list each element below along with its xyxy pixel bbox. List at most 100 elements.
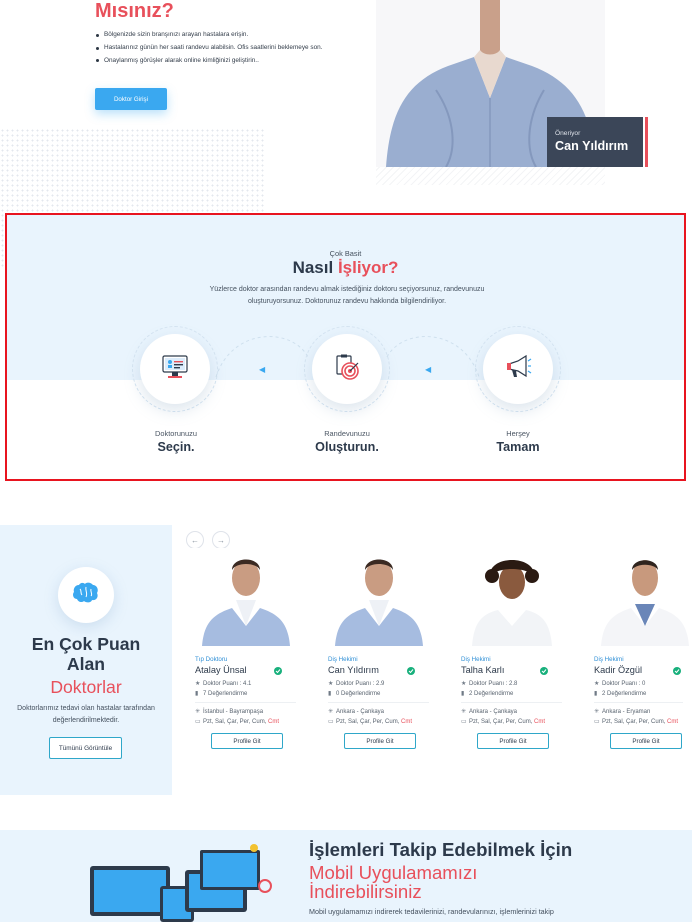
section-title-line2: Alan (66, 654, 106, 674)
how-it-works-section: Çok Basit Nasıl İşliyor? Yüzlerce doktor… (5, 213, 686, 481)
doctor-score: ★ Doktor Puanı : 2.8 (461, 680, 517, 687)
calendar-icon: ▭ (461, 719, 467, 725)
score-text: Doktor Puanı : 4.1 (203, 681, 252, 687)
mobile-app-section: İşlemleri Takip Edebilmek İçin Mobil Uyg… (0, 830, 692, 922)
connector-arc (386, 336, 480, 378)
carousel-next-button[interactable]: → (212, 531, 230, 549)
verified-icon (407, 667, 415, 675)
section-description: Mobil uygulamamızı indirerek tedavilerin… (309, 907, 554, 916)
step-3-title: Tamam (496, 440, 540, 454)
star-icon: ★ (594, 681, 600, 687)
location-icon: ✳ (328, 709, 334, 715)
title-main: Nasıl (292, 258, 338, 277)
doctor-photo (585, 548, 692, 646)
doctor-specialty: Diş Hekimi (461, 656, 491, 663)
section-title-accent: Doktorlar (50, 677, 122, 697)
star-icon: ★ (461, 681, 467, 687)
profile-button[interactable]: Profile Git (211, 733, 283, 749)
doctor-name: Kadir Özgül (594, 665, 643, 675)
step-2-label: Randevunuzu (324, 429, 370, 438)
step-2-title: Oluşturun. (315, 440, 379, 454)
location-icon: ✳ (594, 709, 600, 715)
doctor-card: Diş Hekimi Kadir Özgül ★ Doktor Puanı : 0… (585, 548, 692, 758)
days-accent: Cmt (268, 719, 280, 725)
doctor-photo (452, 548, 571, 646)
doctor-photo (319, 548, 438, 646)
location-icon: ✳ (461, 709, 467, 715)
doctor-score: ★ Doktor Puanı : 0 (594, 680, 645, 687)
days-accent: Cmt (401, 719, 413, 725)
section-accent-line2: İndirebilirsiniz (309, 881, 422, 902)
doctor-invite-section: Mısınız? Bölgenizde sizin branşınızı ara… (0, 0, 692, 268)
score-text: Doktor Puanı : 0 (602, 681, 646, 687)
days-text: Pzt, Sal, Çar, Per, Cum, (602, 719, 668, 725)
brain-badge (58, 567, 114, 623)
verified-icon (673, 667, 681, 675)
doctor-location: ✳ Ankara - Çankaya (461, 708, 517, 715)
days-accent: Cmt (667, 719, 679, 725)
location-icon: ✳ (195, 709, 201, 715)
arrow-right-icon: → (217, 535, 225, 545)
step-1-title: Seçin. (157, 440, 195, 454)
doctor-days: ▭ Pzt, Sal, Çar, Per, Cum, Cmt (461, 718, 545, 725)
title-accent: İşliyor? (337, 258, 399, 277)
location-text: İstanbul - Bayrampaşa (203, 709, 264, 715)
doctor-card: Tıp Doktoru Atalay Ünsal ★ Doktor Puanı :… (186, 548, 305, 758)
review-icon: ▮ (195, 691, 199, 697)
profile-button[interactable]: Profile Git (477, 733, 549, 749)
section-title: Nasıl İşliyor? (7, 258, 684, 278)
top-doctors-intro: En Çok Puan Alan Doktorlar Doktorlarımız… (0, 525, 172, 795)
doctor-score: ★ Doktor Puanı : 4.1 (195, 680, 251, 687)
doctor-location: ✳ İstanbul - Bayrampaşa (195, 708, 263, 715)
step-2-circle (312, 334, 382, 404)
list-item: Bölgenizde sizin branşınızı arayan hasta… (95, 29, 340, 42)
profile-button[interactable]: Profile Git (344, 733, 416, 749)
verified-icon (540, 667, 548, 675)
view-all-button[interactable]: Tümünü Görüntüle (49, 737, 122, 759)
doctor-location: ✳ Ankara - Çankaya (328, 708, 384, 715)
step-1-circle (140, 334, 210, 404)
doctor-name: Talha Karlı (461, 665, 505, 675)
arrow-icon: ◀ (425, 365, 432, 374)
doctor-reviews: ▮ 2 Değerlendirme (461, 690, 513, 697)
section-description: Yüzlerce doktor arasından randevu almak … (209, 286, 485, 305)
accent-bar (645, 117, 648, 167)
doctor-days: ▭ Pzt, Sal, Çar, Per, Cum, Cmt (195, 718, 279, 725)
doctor-card: Diş Hekimi Talha Karlı ★ Doktor Puanı : 2… (452, 548, 571, 758)
review-icon: ▮ (328, 691, 332, 697)
step-3-circle (483, 334, 553, 404)
connector-arc (215, 336, 309, 378)
list-item: Onaylanmış görüşler alarak online kimliğ… (95, 55, 340, 68)
carousel-prev-button[interactable]: ← (186, 531, 204, 549)
doctor-specialty: Tıp Doktoru (195, 656, 228, 663)
section-eyebrow: Çok Basit (329, 249, 362, 258)
computer-profile-icon (161, 353, 189, 386)
megaphone-icon (504, 353, 532, 386)
benefit-list: Bölgenizde sizin branşınızı arayan hasta… (95, 29, 340, 67)
days-text: Pzt, Sal, Çar, Per, Cum, (336, 719, 402, 725)
doctor-reviews: ▮ 0 Değerlendirme (328, 690, 380, 697)
step-1-label: Doktorunuzu (155, 429, 197, 438)
reviews-text: 0 Değerlendirme (336, 691, 381, 697)
doctor-login-button[interactable]: Doktor Girişi (95, 88, 167, 110)
arrow-icon: ◀ (259, 365, 266, 374)
score-text: Doktor Puanı : 2.9 (336, 681, 385, 687)
location-text: Ankara - Eryaman (602, 709, 651, 715)
section-title: Mısınız? (95, 0, 174, 22)
recommendation-card: Öneriyor Can Yıldırım (547, 117, 643, 167)
star-icon: ★ (195, 681, 201, 687)
doctor-reviews: ▮ 2 Değerlendirme (594, 690, 646, 697)
reviews-text: 2 Değerlendirme (469, 691, 514, 697)
doctor-days: ▭ Pzt, Sal, Çar, Per, Cum, Cmt (328, 718, 412, 725)
doctor-location: ✳ Ankara - Eryaman (594, 708, 650, 715)
devices-illustration (60, 836, 290, 922)
brain-icon (71, 581, 101, 610)
profile-button[interactable]: Profile Git (610, 733, 682, 749)
doctor-days: ▭ Pzt, Sal, Çar, Per, Cum, Cmt (594, 718, 678, 725)
days-text: Pzt, Sal, Çar, Per, Cum, (469, 719, 535, 725)
section-title: İşlemleri Takip Edebilmek İçin (309, 839, 573, 860)
reviews-text: 7 Değerlendirme (203, 691, 248, 697)
doctor-photo (186, 548, 305, 646)
divider (195, 702, 296, 703)
doctor-specialty: Diş Hekimi (328, 656, 358, 663)
